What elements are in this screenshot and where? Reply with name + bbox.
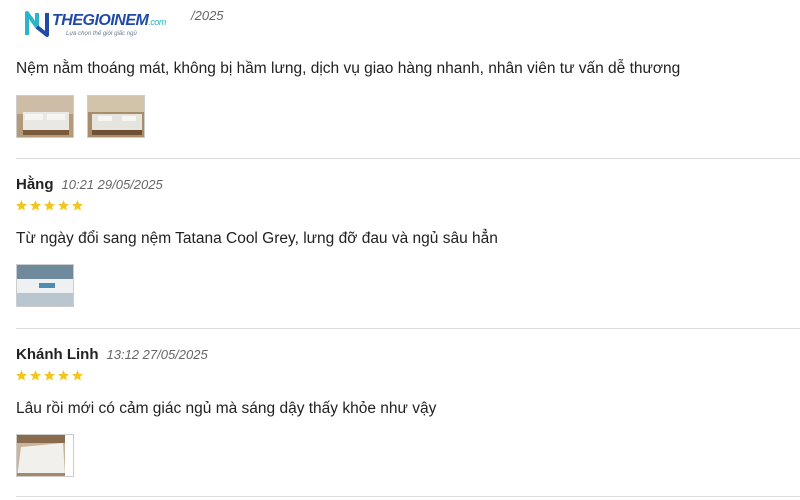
review-photo[interactable] [87, 95, 145, 138]
star-icon [72, 370, 83, 381]
star-icon [16, 200, 27, 211]
brand-tagline: Lựa chọn thế giới giấc ngủ [66, 31, 137, 37]
review-divider [16, 158, 800, 159]
review-photo[interactable] [16, 95, 74, 138]
bedroom-photo-image [88, 96, 144, 137]
review-time: 13:12 27/05/2025 [106, 347, 208, 362]
star-icon [30, 200, 41, 211]
star-icon [72, 200, 83, 211]
bedroom-photo-image [17, 96, 73, 137]
brand-logo[interactable]: THEGIOINEM.com Lựa chọn thế giới giấc ng… [24, 9, 174, 39]
review-text: Lâu rồi mới có cảm giác ngủ mà sáng dậy … [16, 400, 437, 417]
mattress-photo-image [17, 265, 73, 306]
star-icon [16, 370, 27, 381]
brand-name: THEGIOINEM.com [52, 12, 166, 29]
review-photo[interactable] [16, 434, 74, 477]
star-icon [58, 200, 69, 211]
review-divider [16, 328, 800, 329]
star-rating [15, 199, 84, 212]
star-icon [30, 370, 41, 381]
review-text: Nệm nằm thoáng mát, không bị hầm lưng, d… [16, 60, 681, 77]
star-icon [44, 370, 55, 381]
review-photo[interactable] [16, 264, 74, 307]
logo-n-icon [25, 11, 49, 37]
mattress-photo-image [17, 435, 65, 476]
review-divider [16, 496, 800, 497]
review-date-partial: /2025 [191, 8, 224, 23]
star-icon [58, 370, 69, 381]
review-text: Từ ngày đổi sang nệm Tatana Cool Grey, l… [16, 230, 498, 247]
star-icon [44, 200, 55, 211]
review-author: Khánh Linh 13:12 27/05/2025 [16, 346, 208, 363]
review-time: 10:21 29/05/2025 [61, 177, 163, 192]
star-rating [15, 369, 84, 382]
review-author: Hằng 10:21 29/05/2025 [16, 176, 163, 193]
